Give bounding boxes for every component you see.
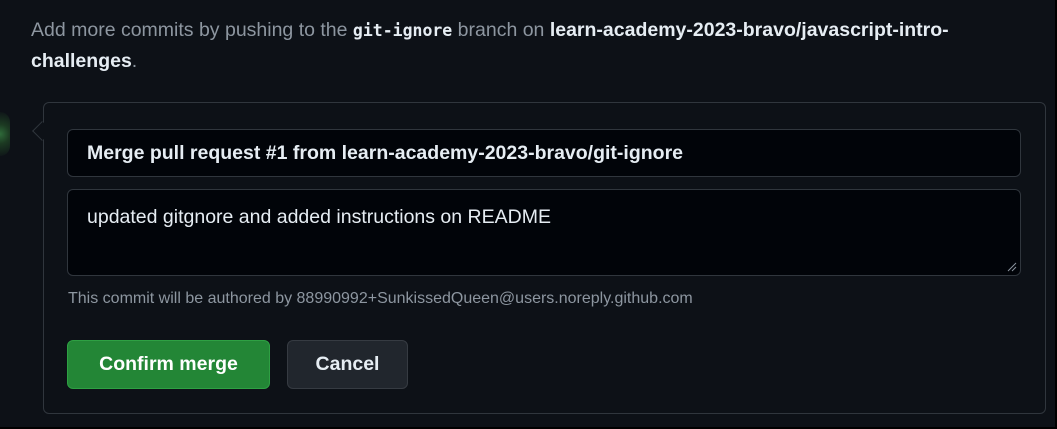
branch-info-text: Add more commits by pushing to the git-i…	[31, 15, 1031, 77]
avatar	[0, 112, 10, 156]
commit-message-value: updated gitgnore and added instructions …	[87, 206, 551, 228]
cancel-button[interactable]: Cancel	[287, 340, 408, 389]
commit-title-input[interactable]: Merge pull request #1 from learn-academy…	[67, 129, 1021, 177]
info-middle: branch on	[452, 19, 550, 41]
confirm-merge-button[interactable]: Confirm merge	[67, 340, 270, 389]
commit-title-value: Merge pull request #1 from learn-academy…	[87, 141, 684, 164]
info-prefix: Add more commits by pushing to the	[31, 19, 353, 41]
author-note: This commit will be authored by 88990992…	[68, 290, 693, 307]
info-suffix: .	[131, 50, 138, 72]
branch-name: git-ignore	[352, 21, 453, 40]
merge-panel: Add more commits by pushing to the git-i…	[0, 0, 1057, 429]
commit-message-textarea[interactable]: updated gitgnore and added instructions …	[67, 189, 1021, 276]
resize-grip-icon[interactable]	[1007, 262, 1017, 272]
